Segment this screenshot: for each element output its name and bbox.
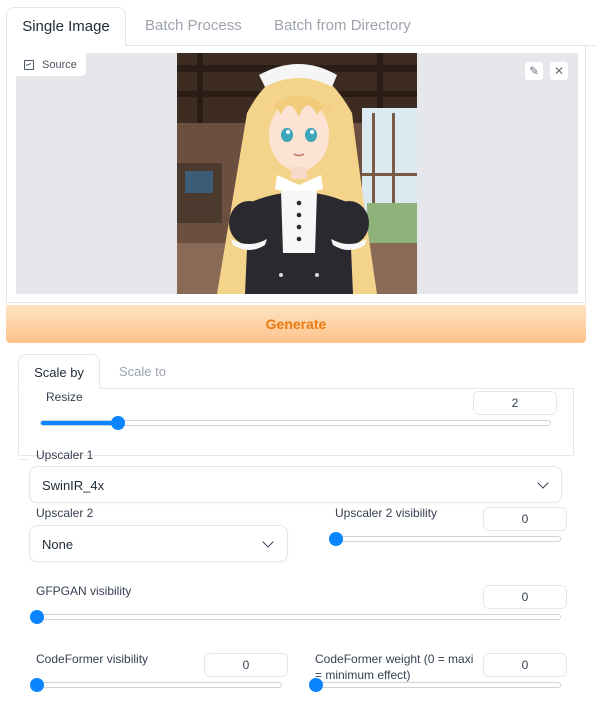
upscaler2-visibility-slider-track[interactable]	[330, 536, 561, 542]
tab-single-image[interactable]: Single Image	[6, 7, 126, 47]
tab-scale-to[interactable]: Scale to	[119, 354, 166, 389]
gfpgan-visibility-label: GFPGAN visibility	[36, 584, 132, 598]
gfpgan-visibility-slider-thumb[interactable]	[30, 610, 44, 624]
codeformer-weight-slider-track[interactable]	[310, 682, 561, 688]
upscaler2-visibility-label: Upscaler 2 visibility	[335, 506, 438, 520]
resize-number-input[interactable]: 2	[473, 391, 557, 415]
source-label: Source	[16, 53, 87, 77]
top-tabs: Single Image Batch Process Batch from Di…	[6, 0, 596, 47]
codeformer-weight-input[interactable]: 0	[483, 653, 567, 677]
codeformer-visibility-slider-track[interactable]	[30, 682, 282, 688]
edit-image-button[interactable]: ✎	[524, 61, 544, 81]
scale-tabs: Scale by Scale to	[18, 354, 574, 389]
chevron-down-icon	[537, 477, 549, 489]
source-image-artwork	[177, 53, 417, 294]
upscaler2-visibility-input[interactable]: 0	[483, 507, 567, 531]
upscaler1-label: Upscaler 1	[36, 448, 94, 462]
pencil-icon: ✎	[528, 64, 540, 78]
generate-button[interactable]: Generate	[6, 305, 586, 343]
codeformer-weight-label-line2: = minimum effect)	[315, 668, 411, 682]
resize-slider-fill	[41, 421, 119, 425]
source-image	[177, 53, 417, 294]
gfpgan-visibility-slider-track[interactable]	[30, 614, 561, 620]
codeformer-visibility-input[interactable]: 0	[204, 653, 288, 677]
source-label-text: Source	[42, 58, 77, 71]
upscaler2-select[interactable]: None	[29, 525, 288, 562]
upscaler1-value: SwinIR_4x	[42, 478, 105, 493]
tab-batch-process[interactable]: Batch Process	[145, 7, 242, 46]
codeformer-weight-label: CodeFormer weight (0 = maxi	[315, 652, 474, 666]
clear-image-button[interactable]: ✕	[549, 61, 569, 81]
image-panel: Source ✎ ✕	[6, 46, 586, 303]
codeformer-visibility-slider-thumb[interactable]	[30, 678, 44, 692]
source-image-dropzone[interactable]: Source ✎ ✕	[16, 53, 578, 294]
upscaler2-value: None	[42, 537, 74, 552]
codeformer-visibility-label: CodeFormer visibility	[36, 652, 149, 666]
resize-slider-thumb[interactable]	[111, 416, 125, 430]
upscaler2-visibility-slider-thumb[interactable]	[329, 532, 343, 546]
gfpgan-visibility-input[interactable]: 0	[483, 585, 567, 609]
upscaler2-label: Upscaler 2	[36, 506, 94, 520]
group-border	[18, 459, 28, 460]
resize-label: Resize	[46, 390, 83, 404]
chevron-down-icon	[262, 536, 274, 548]
codeformer-weight-slider-thumb[interactable]	[309, 678, 323, 692]
tab-scale-by[interactable]: Scale by	[18, 354, 100, 389]
image-icon	[24, 59, 34, 70]
close-icon: ✕	[553, 64, 565, 78]
upscaler1-select[interactable]: SwinIR_4x	[29, 466, 562, 503]
tab-batch-from-directory[interactable]: Batch from Directory	[274, 7, 411, 46]
